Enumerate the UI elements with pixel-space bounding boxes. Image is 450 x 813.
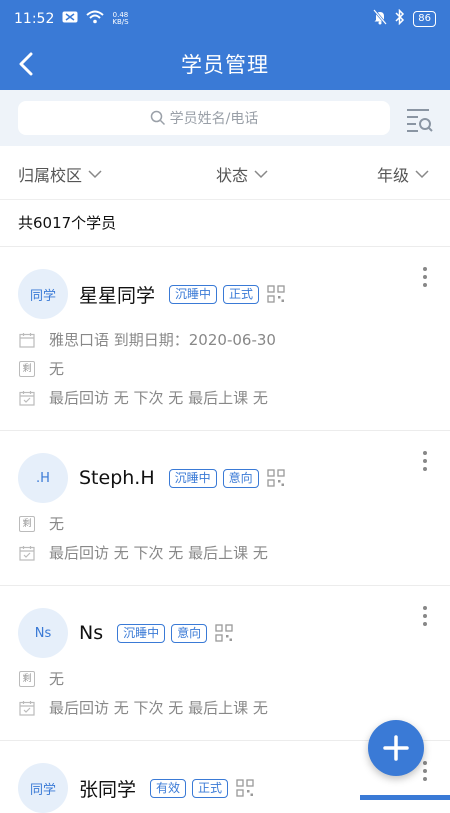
remaining-text: 无 xyxy=(49,515,65,533)
chevron-left-icon xyxy=(19,52,33,76)
student-name: 星星同学 xyxy=(79,284,156,307)
net-speed-unit: KB/S xyxy=(112,18,129,26)
more-options-icon[interactable] xyxy=(420,759,430,783)
avatar: Ns xyxy=(18,608,68,658)
remaining-icon: 剩 xyxy=(19,360,35,377)
student-name: Ns xyxy=(79,622,104,644)
back-button[interactable] xyxy=(10,48,42,80)
more-options-icon[interactable] xyxy=(420,449,430,473)
wifi-icon xyxy=(86,10,105,28)
plus-icon xyxy=(383,735,409,761)
student-card[interactable]: Ns Ns 沉睡中 意向 剩 无 最后回访 无 下次 无 最后上课 无 xyxy=(0,585,450,740)
clock: 11:52 xyxy=(14,11,55,27)
advanced-filter-button[interactable] xyxy=(404,104,434,134)
chevron-down-icon xyxy=(254,170,268,179)
bottom-bar-edge xyxy=(360,795,450,800)
type-badge: 正式 xyxy=(192,778,229,798)
qr-code-icon[interactable] xyxy=(267,285,285,303)
course-text: 雅思口语 到期日期：2020-06-30 xyxy=(49,331,276,349)
remaining-row: 剩 无 xyxy=(18,354,432,383)
remaining-text: 无 xyxy=(49,670,65,688)
more-options-icon[interactable] xyxy=(420,604,430,628)
add-student-button[interactable] xyxy=(368,720,424,776)
filter-status[interactable]: 状态 xyxy=(216,162,268,186)
bluetooth-icon xyxy=(395,8,405,29)
more-options-icon[interactable] xyxy=(420,265,430,289)
chevron-down-icon xyxy=(415,170,429,179)
remaining-text: 无 xyxy=(49,360,65,378)
net-speed: 0.48 KB/S xyxy=(112,12,128,26)
search-placeholder: 学员姓名/电话 xyxy=(169,111,259,127)
calendar-check-icon xyxy=(18,389,36,407)
status-badge: 沉睡中 xyxy=(117,623,166,643)
mute-icon xyxy=(373,9,388,29)
student-card[interactable]: 同学 星星同学 沉睡中 正式 雅思口语 到期日期：2020-06-30 剩 无 … xyxy=(0,246,450,430)
status-badge: 有效 xyxy=(150,778,187,798)
student-name: 张同学 xyxy=(79,778,137,801)
page-title: 学员管理 xyxy=(181,53,269,77)
qr-code-icon[interactable] xyxy=(215,624,233,642)
visit-row: 最后回访 无 下次 无 最后上课 无 xyxy=(18,538,432,567)
avatar: 同学 xyxy=(18,763,68,813)
filter-status-label: 状态 xyxy=(216,166,249,185)
avatar: 同学 xyxy=(18,269,68,319)
qr-code-icon[interactable] xyxy=(236,779,254,797)
visit-row: 最后回访 无 下次 无 最后上课 无 xyxy=(18,693,432,722)
filter-grade[interactable]: 年级 xyxy=(377,162,429,186)
remaining-icon: 剩 xyxy=(19,515,35,532)
type-badge: 意向 xyxy=(171,623,208,643)
filter-grade-label: 年级 xyxy=(377,166,410,185)
remaining-icon: 剩 xyxy=(19,670,35,687)
type-badge: 意向 xyxy=(222,468,259,488)
calendar-icon xyxy=(18,331,36,349)
student-count: 共6017个学员 xyxy=(18,214,117,232)
visit-text: 最后回访 无 下次 无 最后上课 无 xyxy=(49,699,268,717)
search-icon xyxy=(150,110,165,126)
remaining-row: 剩 无 xyxy=(18,664,432,693)
nav-bar: 学员管理 xyxy=(0,38,450,90)
filter-search-icon xyxy=(407,109,433,132)
filter-campus-label: 归属校区 xyxy=(18,166,83,185)
student-card[interactable]: .H Steph.H 沉睡中 意向 剩 无 最后回访 无 下次 无 最后上课 无 xyxy=(0,430,450,585)
battery-indicator: 86 xyxy=(413,11,436,27)
course-row: 雅思口语 到期日期：2020-06-30 xyxy=(18,325,432,354)
visit-row: 最后回访 无 下次 无 最后上课 无 xyxy=(18,383,432,412)
status-bar: 11:52 0.48 KB/S 86 xyxy=(0,0,450,38)
qr-code-icon[interactable] xyxy=(267,469,285,487)
avatar: .H xyxy=(18,453,68,503)
remaining-row: 剩 无 xyxy=(18,509,432,538)
filter-bar: 归属校区 状态 年级 xyxy=(0,146,450,200)
message-icon xyxy=(62,11,78,27)
type-badge: 正式 xyxy=(223,284,260,304)
student-name: Steph.H xyxy=(79,467,155,489)
search-input[interactable]: 学员姓名/电话 xyxy=(18,101,390,135)
calendar-check-icon xyxy=(18,544,36,562)
search-bar: 学员姓名/电话 xyxy=(0,90,450,146)
status-badge: 沉睡中 xyxy=(168,468,217,488)
filter-campus[interactable]: 归属校区 xyxy=(18,162,102,186)
visit-text: 最后回访 无 下次 无 最后上课 无 xyxy=(49,544,268,562)
calendar-check-icon xyxy=(18,699,36,717)
status-badge: 沉睡中 xyxy=(169,284,218,304)
visit-text: 最后回访 无 下次 无 最后上课 无 xyxy=(49,389,268,407)
chevron-down-icon xyxy=(88,170,102,179)
